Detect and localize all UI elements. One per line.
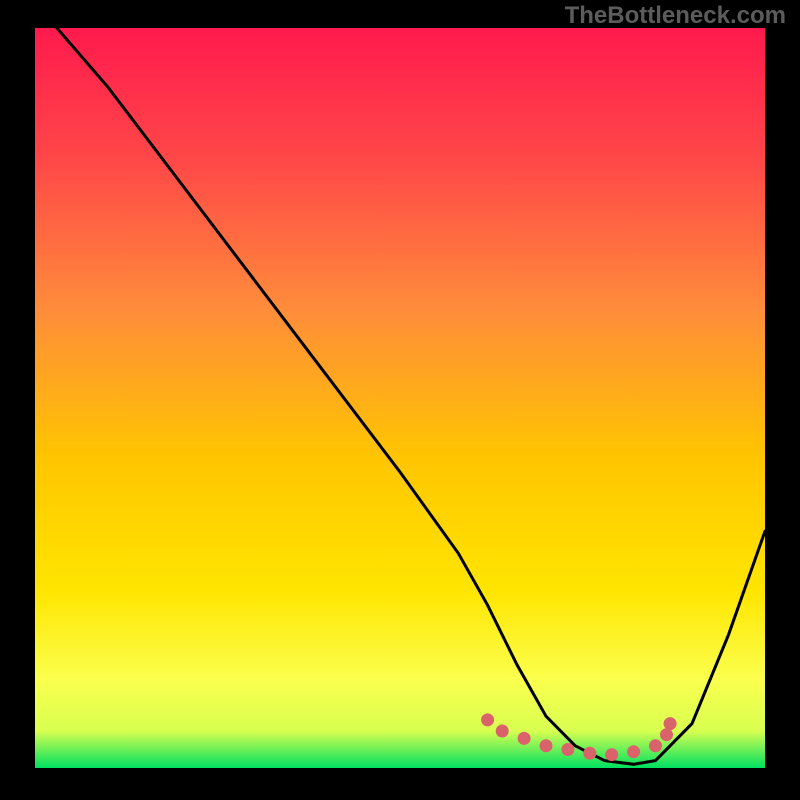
watermark-text: TheBottleneck.com: [565, 2, 786, 30]
marker-dot: [660, 728, 673, 741]
marker-dot: [561, 743, 574, 756]
plot-area: [35, 28, 765, 768]
gradient-background: [35, 28, 765, 768]
marker-dot: [605, 748, 618, 761]
chart-svg: [35, 28, 765, 768]
marker-dot: [664, 717, 677, 730]
chart-container: TheBottleneck.com: [0, 0, 800, 800]
marker-dot: [583, 747, 596, 760]
marker-dot: [540, 739, 553, 752]
marker-dot: [649, 739, 662, 752]
marker-dot: [518, 732, 531, 745]
marker-dot: [496, 725, 509, 738]
marker-dot: [627, 745, 640, 758]
marker-dot: [481, 713, 494, 726]
